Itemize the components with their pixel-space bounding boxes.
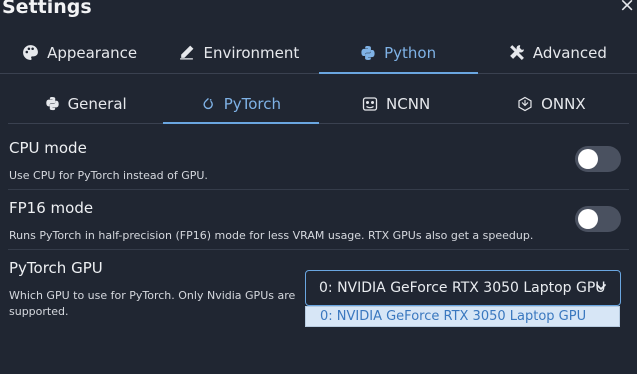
tab-general[interactable]: General [8,84,163,123]
main-tabs: Appearance Environment Python Advanced [0,32,637,74]
setting-description: Which GPU to use for PyTorch. Only Nvidi… [9,289,296,318]
sub-tabs: General PyTorch NCNN ONNX [8,84,629,124]
setting-label: FP16 mode [9,199,94,217]
chevron-down-icon [594,280,608,298]
setting-label: PyTorch GPU [9,259,103,277]
tools-icon [508,44,525,61]
tab-ncnn[interactable]: NCNN [319,84,474,123]
gpu-option[interactable]: 0: NVIDIA GeForce RTX 3050 Laptop GPU [305,306,620,327]
settings-window: Settings × Appearance Environment Python… [0,0,637,374]
toggle-knob [578,149,598,169]
python-icon [45,96,60,111]
onnx-icon [517,96,533,112]
tab-environment[interactable]: Environment [159,32,318,73]
tab-label: Environment [203,43,300,62]
subtab-label: NCNN [386,94,431,113]
tab-label: Advanced [532,43,607,62]
subtab-label: ONNX [541,94,586,113]
gpu-select-value: 0: NVIDIA GeForce RTX 3050 Laptop GPU [319,280,606,296]
setting-description: Use CPU for PyTorch instead of GPU. [9,169,208,182]
pen-icon [178,44,195,61]
close-icon[interactable]: × [619,0,635,16]
tab-onnx[interactable]: ONNX [474,84,629,123]
subtab-label: General [67,94,127,113]
pytorch-icon [201,96,216,112]
fp16-mode-toggle[interactable] [575,206,621,232]
tab-appearance[interactable]: Appearance [0,32,159,73]
tab-pytorch[interactable]: PyTorch [163,84,319,124]
gpu-select[interactable]: 0: NVIDIA GeForce RTX 3050 Laptop GPU [305,270,621,306]
toggle-knob [578,209,598,229]
tab-advanced[interactable]: Advanced [478,32,637,73]
setting-fp16-mode: FP16 mode Runs PyTorch in half-precision… [8,192,629,250]
python-icon [360,45,376,61]
subtab-label: PyTorch [223,94,282,113]
tab-label: Python [384,43,437,62]
page-title: Settings [2,0,92,18]
cpu-mode-toggle[interactable] [575,146,621,172]
palette-icon [22,44,39,61]
tab-python[interactable]: Python [318,32,479,74]
ncnn-icon [362,96,378,112]
tab-label: Appearance [47,43,138,62]
setting-label: CPU mode [9,139,87,157]
setting-description: Runs PyTorch in half-precision (FP16) mo… [9,229,534,242]
setting-cpu-mode: CPU mode Use CPU for PyTorch instead of … [8,132,629,190]
